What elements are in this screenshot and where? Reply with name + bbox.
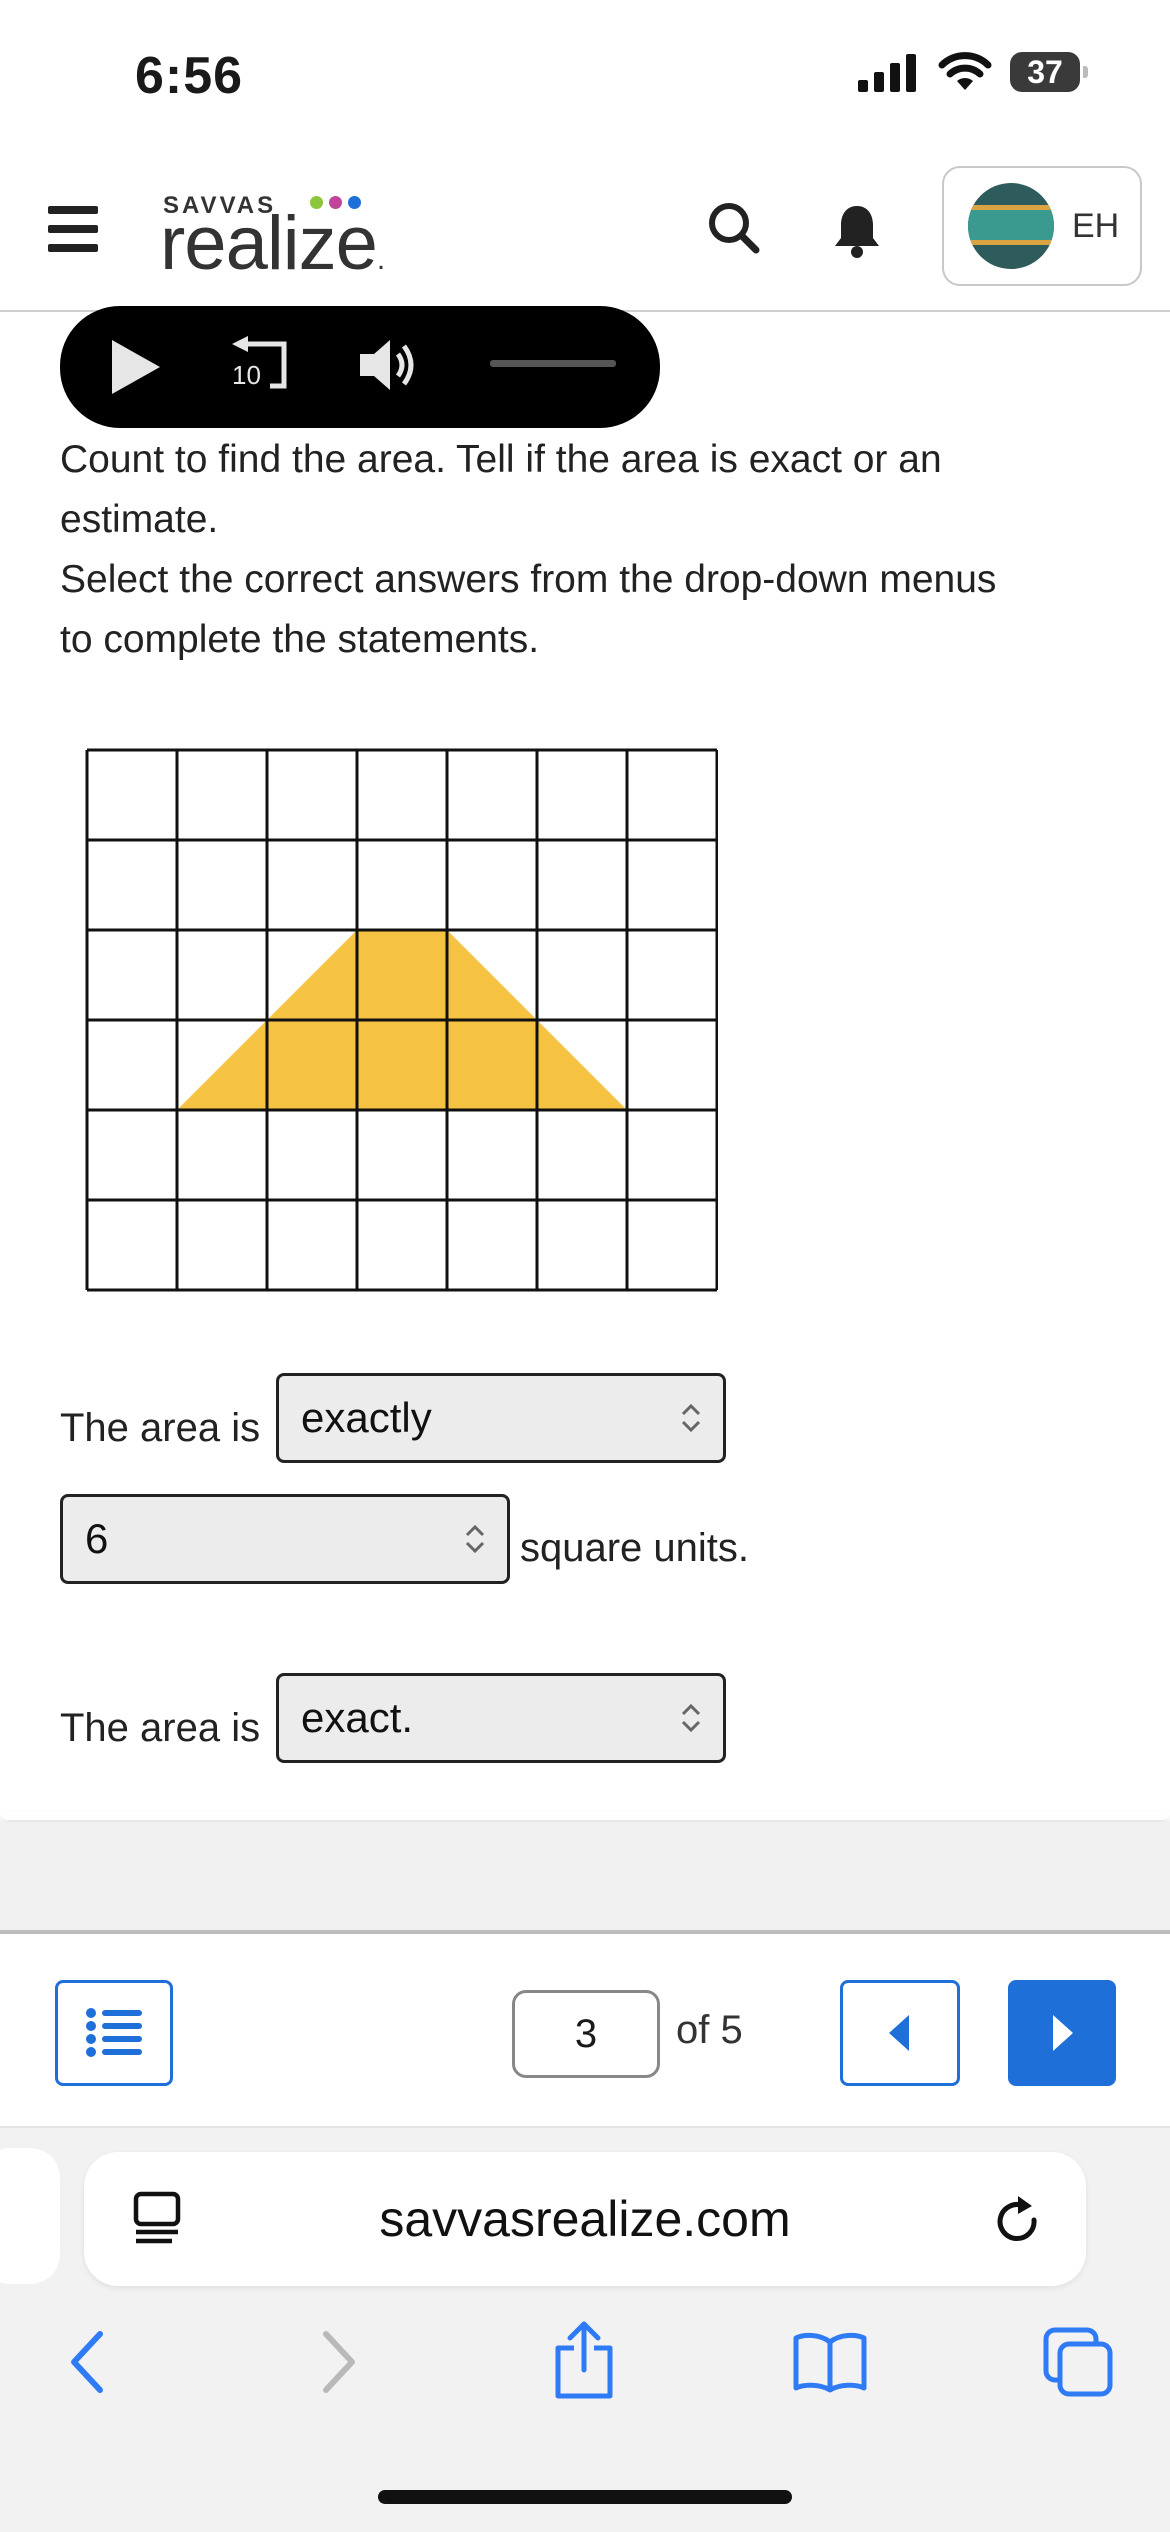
chevron-right-icon [1053, 2015, 1073, 2051]
menu-icon[interactable] [48, 206, 98, 263]
battery-icon: 37 [1010, 52, 1088, 92]
wifi-icon [938, 52, 992, 90]
statement-3-label: The area is [60, 1706, 261, 1750]
question-list-button[interactable] [55, 1980, 173, 2086]
play-icon[interactable] [108, 336, 164, 398]
instruction-line-4: to complete the statements. [60, 618, 540, 661]
avatar [968, 183, 1054, 269]
divider [0, 1930, 1170, 1934]
area-type-select-value: exactly [301, 1394, 432, 1441]
previous-tab-preview[interactable] [0, 2148, 60, 2284]
statement-1-label: The area is [60, 1406, 261, 1450]
background-band [0, 1822, 1170, 1934]
avatar-initials: EH [1072, 206, 1120, 245]
url-text: savvasrealize.com [379, 2191, 791, 2247]
select-chevron-icon [679, 1401, 703, 1435]
brand-realize[interactable]: realize. [160, 200, 385, 287]
area-type-select[interactable]: exactly [276, 1373, 726, 1463]
signal-icon [858, 54, 916, 92]
search-icon[interactable] [706, 200, 762, 256]
select-chevron-icon [679, 1701, 703, 1735]
audio-progress-slider[interactable] [490, 360, 616, 367]
select-chevron-icon [463, 1522, 487, 1556]
instruction-line-3: Select the correct answers from the drop… [60, 558, 997, 601]
bell-icon[interactable] [832, 202, 882, 258]
reload-icon[interactable] [990, 2194, 1046, 2250]
chevron-left-icon [889, 2015, 909, 2051]
user-avatar-button[interactable]: EH [942, 166, 1142, 286]
tabs-icon[interactable] [1042, 2326, 1114, 2398]
replay-10-icon[interactable]: 10 [226, 334, 290, 398]
home-indicator [378, 2490, 792, 2504]
area-grid-figure [85, 748, 718, 1292]
exact-estimate-select[interactable]: exact. [276, 1673, 726, 1763]
area-value-select-value: 6 [85, 1515, 109, 1562]
back-icon[interactable] [66, 2330, 108, 2394]
forward-icon[interactable] [318, 2330, 360, 2394]
share-icon[interactable] [552, 2320, 616, 2400]
bookmarks-icon[interactable] [792, 2330, 868, 2394]
page-number-input[interactable]: 3 [512, 1990, 660, 2078]
instruction-line-1: Count to find the area. Tell if the area… [60, 438, 942, 481]
instruction-line-2: estimate. [60, 498, 219, 541]
battery-level: 37 [1027, 53, 1063, 90]
list-icon [86, 2008, 142, 2057]
brand-name: realize [160, 201, 378, 286]
page-total-label: of 5 [676, 2008, 743, 2052]
replay-seconds: 10 [232, 360, 261, 390]
statement-2-suffix: square units. [520, 1526, 750, 1570]
brand-mark: . [376, 243, 385, 276]
status-icons: 37 [856, 52, 1088, 92]
exact-estimate-select-value: exact. [301, 1694, 414, 1741]
content-card-edge [0, 1812, 1170, 1820]
status-time: 6:56 [135, 47, 244, 105]
volume-icon[interactable] [356, 334, 422, 396]
previous-question-button[interactable] [840, 1980, 960, 2086]
area-value-select[interactable]: 6 [60, 1494, 510, 1584]
next-question-button[interactable] [1008, 1980, 1116, 2086]
current-page: 3 [574, 2011, 598, 2056]
